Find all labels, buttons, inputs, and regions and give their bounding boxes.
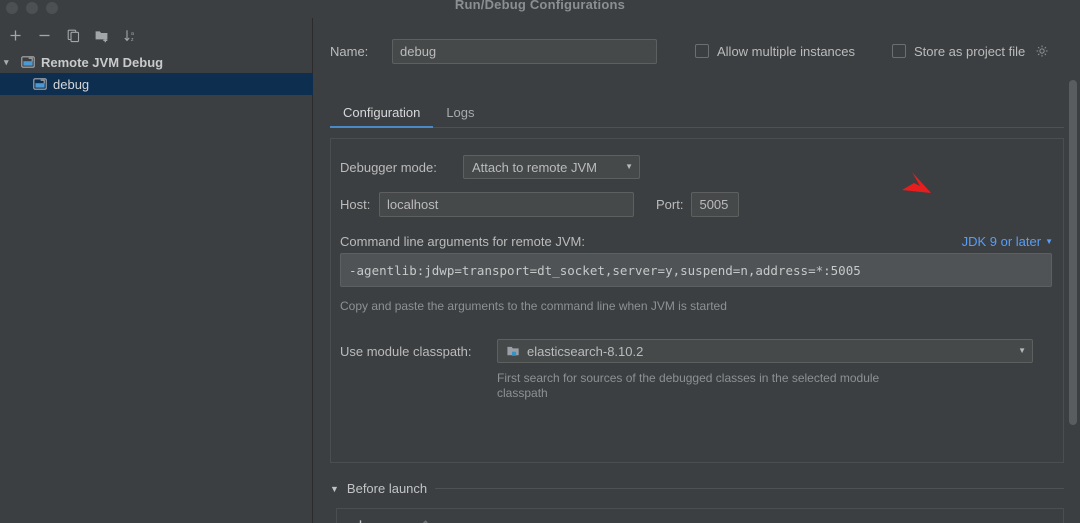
debugger-mode-select[interactable]: Attach to remote JVM ▼ — [463, 155, 640, 179]
module-classpath-hint: First search for sources of the debugged… — [497, 371, 880, 400]
allow-multiple-instances-label: Allow multiple instances — [717, 43, 856, 59]
name-label: Name: — [330, 43, 369, 59]
window-titlebar: Run/Debug Configurations — [0, 0, 1080, 18]
tab-configuration[interactable]: Configuration — [330, 105, 434, 128]
debugger-mode-label: Debugger mode: — [340, 159, 437, 175]
debugger-mode-row: Debugger mode: Attach to remote JVM ▼ — [340, 155, 640, 179]
copy-icon[interactable] — [60, 23, 86, 47]
add-task-button[interactable] — [347, 513, 374, 523]
module-classpath-row: Use module classpath: elasticsearch-8.10… — [340, 339, 1033, 363]
before-launch-title: Before launch — [346, 481, 428, 496]
remove-task-button[interactable] — [378, 513, 405, 523]
port-label: Port: — [656, 197, 684, 212]
configuration-editor-panel: Name: debug Allow multiple instances Sto… — [314, 18, 1080, 523]
remote-jvm-debug-icon — [33, 78, 47, 90]
chevron-down-icon[interactable]: ▾ — [4, 57, 15, 67]
configuration-form: Debugger mode: Attach to remote JVM ▼ Ho… — [330, 138, 1064, 463]
tab-configuration-label: Configuration — [343, 105, 421, 120]
svg-text:z: z — [131, 37, 134, 43]
editor-tabs: Configuration Logs — [330, 98, 1064, 128]
tree-group-remote-jvm-debug[interactable]: ▾ Remote JVM Debug — [0, 51, 313, 73]
module-classpath-select[interactable]: elasticsearch-8.10.2 ▼ — [497, 339, 1033, 363]
tab-logs-label: Logs — [446, 105, 475, 120]
tree-group-label: Remote JVM Debug — [41, 54, 164, 70]
host-input[interactable]: localhost — [379, 192, 634, 217]
vertical-scrollbar[interactable] — [1069, 80, 1077, 425]
module-classpath-label: Use module classpath: — [340, 343, 472, 359]
gear-icon[interactable] — [1035, 44, 1050, 59]
chevron-down-icon: ▼ — [625, 162, 633, 171]
run-debug-configurations-dialog: Run/Debug Configurations a z ▾ Remote JV… — [0, 0, 1080, 523]
checkbox-box[interactable] — [892, 44, 906, 58]
sort-alpha-icon[interactable]: a z — [118, 23, 144, 47]
remote-jvm-debug-icon — [21, 56, 35, 68]
chevron-down-icon: ▼ — [1018, 346, 1026, 355]
arrow-down-icon[interactable] — [471, 513, 498, 523]
command-line-hint: Copy and paste the arguments to the comm… — [340, 299, 727, 313]
name-input[interactable]: debug — [392, 38, 657, 64]
tree-item-debug[interactable]: debug — [0, 73, 313, 95]
command-line-arguments-label: Command line arguments for remote JVM: — [340, 234, 585, 249]
port-input[interactable]: 5005 — [691, 192, 740, 217]
command-line-arguments-field[interactable]: -agentlib:jdwp=transport=dt_socket,serve… — [340, 253, 1052, 287]
dialog-title: Run/Debug Configurations — [454, 0, 626, 12]
configurations-sidebar: a z ▾ Remote JVM Debug debug — [0, 18, 313, 523]
before-launch-section[interactable]: ▼ Before launch — [330, 481, 1064, 496]
store-as-project-file-checkbox[interactable]: Store as project file — [892, 38, 1050, 64]
host-port-row: Host: localhost Port: 5005 — [340, 192, 740, 217]
arrow-up-icon[interactable] — [440, 513, 467, 523]
jdk-version-selector[interactable]: JDK 9 or later ▼ — [962, 234, 1053, 249]
debugger-mode-value: Attach to remote JVM — [472, 159, 597, 175]
module-icon — [507, 346, 519, 356]
allow-multiple-instances-checkbox[interactable]: Allow multiple instances — [695, 38, 855, 64]
jdk-version-label: JDK 9 or later — [961, 234, 1042, 249]
module-classpath-value: elasticsearch-8.10.2 — [527, 343, 644, 359]
chevron-down-icon: ▼ — [1045, 237, 1053, 246]
remove-configuration-button[interactable] — [31, 23, 57, 47]
sidebar-toolbar: a z — [0, 22, 313, 48]
host-label: Host: — [340, 197, 371, 212]
before-launch-toolbar — [336, 508, 1064, 523]
chevron-down-icon[interactable]: ▼ — [330, 484, 339, 494]
folder-plus-icon[interactable] — [89, 23, 115, 47]
tree-item-label: debug — [53, 76, 90, 92]
checkbox-box[interactable] — [695, 44, 709, 58]
add-configuration-button[interactable] — [2, 23, 28, 47]
section-divider — [435, 488, 1064, 489]
tab-logs[interactable]: Logs — [433, 105, 487, 127]
pencil-icon[interactable] — [409, 513, 436, 523]
store-as-project-file-label: Store as project file — [914, 43, 1026, 59]
configurations-tree: ▾ Remote JVM Debug debug — [0, 51, 313, 95]
